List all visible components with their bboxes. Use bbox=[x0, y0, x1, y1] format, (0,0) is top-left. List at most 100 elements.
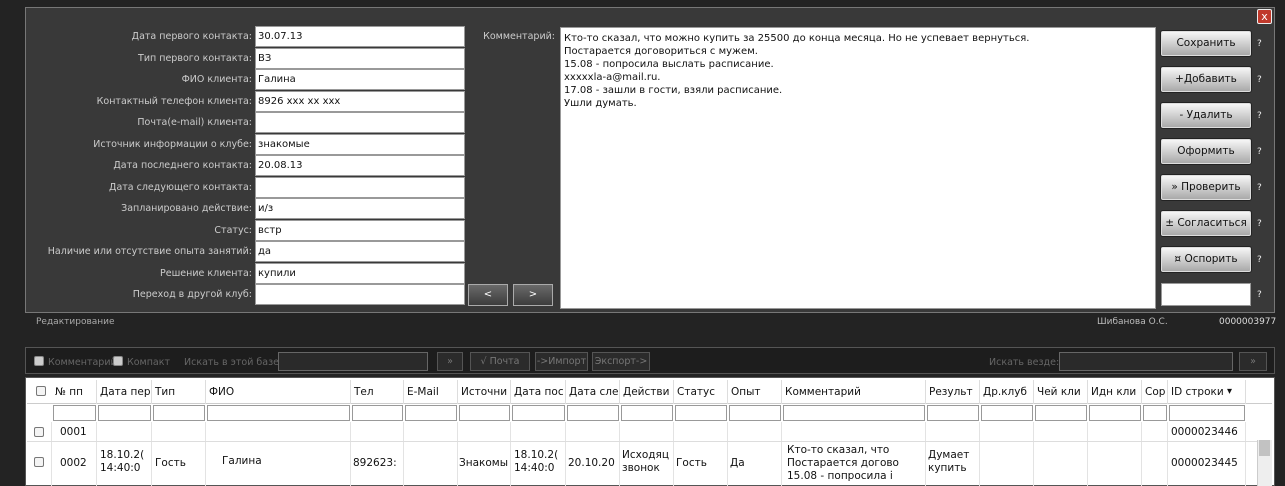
column-header[interactable]: Дата пос bbox=[511, 380, 566, 404]
action-button[interactable]: » Проверить bbox=[1161, 175, 1251, 200]
column-filter-input[interactable] bbox=[981, 405, 1033, 421]
search-base-input[interactable] bbox=[278, 352, 428, 371]
help-icon[interactable]: ? bbox=[1257, 75, 1262, 85]
row-date-next: 20.10.20 bbox=[568, 457, 615, 469]
column-header[interactable]: ФИО bbox=[206, 380, 351, 404]
export-button[interactable]: Экспорт-> bbox=[592, 352, 650, 371]
row-checkbox[interactable] bbox=[34, 427, 44, 437]
form-field[interactable]: и/з bbox=[255, 198, 465, 219]
grid-column-line bbox=[1245, 422, 1246, 486]
column-filter-input[interactable] bbox=[512, 405, 565, 421]
grid-column-line bbox=[510, 422, 511, 486]
action-button[interactable]: Оформить bbox=[1161, 139, 1251, 164]
help-icon[interactable]: ? bbox=[1257, 255, 1262, 265]
column-filter-input[interactable] bbox=[621, 405, 673, 421]
column-header[interactable]: ID строки bbox=[1168, 380, 1246, 404]
form-field[interactable]: Галина bbox=[255, 69, 465, 90]
form-label: Дата последнего контакта: bbox=[113, 160, 252, 171]
column-filter-input[interactable] bbox=[729, 405, 781, 421]
form-label: Наличие или отсутствие опыта занятий: bbox=[47, 246, 252, 257]
comment-checkbox-label: Комментарий bbox=[48, 357, 117, 368]
column-header[interactable]: Др.клуб bbox=[980, 380, 1034, 404]
grid-scroll-thumb[interactable] bbox=[1259, 440, 1270, 456]
import-button[interactable]: ->Импорт bbox=[535, 352, 588, 371]
column-header[interactable]: Опыт bbox=[728, 380, 782, 404]
help-icon[interactable]: ? bbox=[1257, 147, 1262, 157]
column-filter-input[interactable] bbox=[675, 405, 727, 421]
form-field[interactable]: 30.07.13 bbox=[255, 26, 465, 47]
close-icon[interactable]: x bbox=[1257, 9, 1272, 24]
form-label: Дата первого контакта: bbox=[131, 31, 252, 42]
column-filter-input[interactable] bbox=[405, 405, 457, 421]
column-filter-input[interactable] bbox=[1035, 405, 1087, 421]
column-header[interactable]: Идн кли bbox=[1088, 380, 1142, 404]
column-header[interactable]: Тип bbox=[152, 380, 206, 404]
grid-column-line bbox=[781, 422, 782, 486]
action-button[interactable]: Сохранить bbox=[1161, 31, 1251, 56]
column-header[interactable]: Источни bbox=[458, 380, 511, 404]
grid-column-line bbox=[151, 422, 152, 486]
form-field[interactable]: да bbox=[255, 241, 465, 262]
extra-input[interactable] bbox=[1161, 283, 1251, 306]
grid-column-line bbox=[1087, 422, 1088, 486]
grid-column-line bbox=[1141, 422, 1142, 486]
column-header[interactable]: Комментарий bbox=[782, 380, 926, 404]
help-icon[interactable]: ? bbox=[1257, 111, 1262, 121]
column-filter-input[interactable] bbox=[352, 405, 403, 421]
help-icon[interactable]: ? bbox=[1257, 219, 1262, 229]
column-filter-input[interactable] bbox=[567, 405, 619, 421]
column-header[interactable]: Сор bbox=[1142, 380, 1168, 404]
form-field[interactable]: встр bbox=[255, 219, 465, 241]
form-field[interactable]: 8926 xxx xx xxx bbox=[255, 90, 465, 112]
column-header[interactable]: № пп bbox=[52, 380, 97, 404]
mail-button[interactable]: √ Почта bbox=[470, 352, 530, 371]
form-field[interactable]: купили bbox=[255, 262, 465, 284]
action-button[interactable]: ± Согласиться bbox=[1161, 211, 1251, 236]
action-button[interactable]: - Удалить bbox=[1161, 103, 1251, 128]
form-field[interactable]: 20.08.13 bbox=[255, 155, 465, 176]
form-label: ФИО клиента: bbox=[181, 74, 252, 85]
form-field[interactable]: знакомые bbox=[255, 133, 465, 155]
column-header[interactable]: Тел bbox=[351, 380, 404, 404]
column-header[interactable]: Дата сле bbox=[566, 380, 620, 404]
search-all-input[interactable] bbox=[1059, 352, 1233, 371]
help-icon[interactable]: ? bbox=[1257, 39, 1262, 49]
column-filter-input[interactable] bbox=[459, 405, 510, 421]
column-filter-input[interactable] bbox=[927, 405, 979, 421]
column-filter-input[interactable] bbox=[98, 405, 151, 421]
search-all-button[interactable]: » bbox=[1239, 352, 1267, 371]
form-field[interactable]: ВЗ bbox=[255, 47, 465, 69]
column-header[interactable]: Действи bbox=[620, 380, 674, 404]
column-filter-input[interactable] bbox=[1089, 405, 1141, 421]
column-filter-input[interactable] bbox=[783, 405, 925, 421]
column-filter-input[interactable] bbox=[53, 405, 96, 421]
action-button[interactable]: ¤ Оспорить bbox=[1161, 247, 1251, 272]
form-field[interactable] bbox=[255, 176, 465, 198]
compact-checkbox[interactable] bbox=[113, 356, 123, 366]
comment-textarea[interactable]: Кто-то сказал, что можно купить за 25500… bbox=[560, 27, 1156, 309]
help-icon[interactable]: ? bbox=[1257, 183, 1262, 193]
action-button[interactable]: +Добавить bbox=[1161, 67, 1251, 92]
column-header[interactable]: E-Mail bbox=[404, 380, 458, 404]
next-record-button[interactable]: > bbox=[513, 284, 553, 306]
form-field[interactable] bbox=[255, 284, 465, 305]
help-icon[interactable]: ? bbox=[1257, 290, 1262, 300]
column-filter-input[interactable] bbox=[153, 405, 205, 421]
search-base-button[interactable]: » bbox=[437, 352, 463, 371]
prev-record-button[interactable]: < bbox=[468, 284, 508, 306]
grid-column-line bbox=[51, 422, 52, 486]
column-header[interactable]: Статус bbox=[674, 380, 728, 404]
column-header[interactable]: Чей кли bbox=[1034, 380, 1088, 404]
select-all-checkbox[interactable] bbox=[36, 386, 46, 396]
column-filter-input[interactable] bbox=[1169, 405, 1245, 421]
row-checkbox[interactable] bbox=[34, 457, 44, 467]
form-label: Переход в другой клуб: bbox=[132, 289, 252, 300]
column-header[interactable]: Дата пер bbox=[97, 380, 152, 404]
column-header[interactable]: Результ bbox=[926, 380, 980, 404]
comment-checkbox[interactable] bbox=[34, 356, 44, 366]
sort-icon[interactable]: ▾ bbox=[1227, 380, 1232, 404]
column-filter-input[interactable] bbox=[1143, 405, 1167, 421]
grid-header: № пп Дата пер Тип ФИО Тел E-Mail Источни Дата п… bbox=[27, 380, 1272, 404]
form-field[interactable] bbox=[255, 112, 465, 133]
column-filter-input[interactable] bbox=[207, 405, 350, 421]
